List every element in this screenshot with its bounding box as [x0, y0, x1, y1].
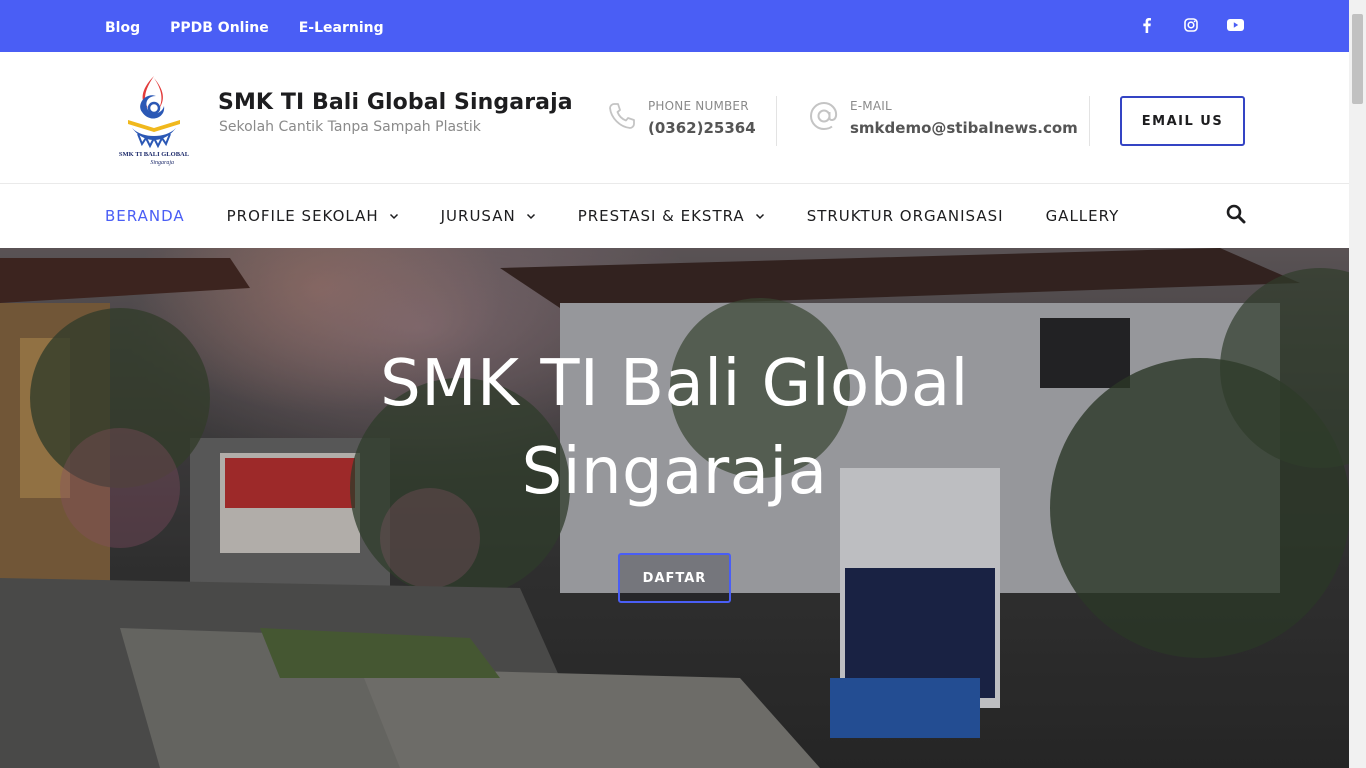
main-nav: BERANDA PROFILE SEKOLAH JURUSAN PRESTASI…: [0, 184, 1349, 248]
phone-icon: [604, 96, 640, 136]
phone-value[interactable]: (0362)25364: [648, 119, 756, 137]
blog-link[interactable]: Blog: [105, 20, 140, 36]
instagram-icon[interactable]: [1181, 13, 1201, 37]
divider: [1089, 96, 1090, 146]
scrollbar[interactable]: [1349, 0, 1366, 768]
hero-title-line: SMK TI Bali Global: [380, 347, 969, 421]
nav-item-label: BERANDA: [105, 207, 185, 225]
email-contact: E-MAIL smkdemo@stibalnews.com: [806, 96, 1078, 137]
social-links: [1137, 13, 1245, 37]
nav-item-gallery[interactable]: GALLERY: [1046, 207, 1120, 225]
nav-item-prestasi-ekstra[interactable]: PRESTASI & EKSTRA: [578, 207, 765, 225]
nav-item-label: PRESTASI & EKSTRA: [577, 207, 745, 225]
chevron-down-icon: [526, 211, 536, 221]
nav-item-beranda[interactable]: BERANDA: [105, 207, 185, 225]
svg-text:Singaraja: Singaraja: [150, 160, 174, 166]
site-header: SMK TI BALI GLOBAL Singaraja SMK TI Bali…: [0, 52, 1349, 184]
search-icon[interactable]: [1226, 204, 1248, 226]
nav-item-struktur-organisasi[interactable]: STRUKTUR ORGANISASI: [807, 207, 1004, 225]
chevron-down-icon: [755, 211, 765, 221]
daftar-button[interactable]: DAFTAR: [618, 553, 731, 603]
ppdb-online-link[interactable]: PPDB Online: [170, 20, 269, 36]
email-label: E-MAIL: [850, 99, 892, 113]
school-logo[interactable]: SMK TI BALI GLOBAL Singaraja: [118, 72, 190, 166]
svg-text:SMK TI BALI GLOBAL: SMK TI BALI GLOBAL: [119, 151, 190, 158]
phone-label: PHONE NUMBER: [648, 99, 749, 113]
chevron-down-icon: [389, 211, 399, 221]
top-bar: Blog PPDB Online E-Learning: [0, 0, 1349, 52]
phone-contact: PHONE NUMBER (0362)25364: [604, 96, 756, 137]
nav-item-label: PROFILE SEKOLAH: [226, 207, 379, 225]
divider: [776, 96, 777, 146]
youtube-icon[interactable]: [1225, 13, 1245, 37]
nav-item-label: GALLERY: [1045, 207, 1120, 225]
nav-item-profile-sekolah[interactable]: PROFILE SEKOLAH: [227, 207, 399, 225]
nav-item-label: STRUKTUR ORGANISASI: [806, 207, 1004, 225]
e-learning-link[interactable]: E-Learning: [299, 20, 384, 36]
email-value[interactable]: smkdemo@stibalnews.com: [850, 119, 1078, 137]
nav-item-label: JURUSAN: [440, 207, 516, 225]
email-us-button[interactable]: EMAIL US: [1120, 96, 1245, 146]
scrollbar-thumb[interactable]: [1352, 14, 1363, 104]
nav-item-jurusan[interactable]: JURUSAN: [441, 207, 536, 225]
hero-banner: SMK TI Bali Global Singaraja DAFTAR: [0, 248, 1349, 768]
hero-title: SMK TI Bali Global Singaraja: [0, 340, 1349, 516]
facebook-icon[interactable]: [1137, 13, 1157, 37]
site-title[interactable]: SMK TI Bali Global Singaraja: [218, 90, 573, 115]
hero-title-line: Singaraja: [521, 435, 828, 509]
site-tagline: Sekolah Cantik Tanpa Sampah Plastik: [219, 119, 481, 135]
at-sign-icon: [806, 96, 842, 136]
top-links: Blog PPDB Online E-Learning: [105, 0, 414, 52]
